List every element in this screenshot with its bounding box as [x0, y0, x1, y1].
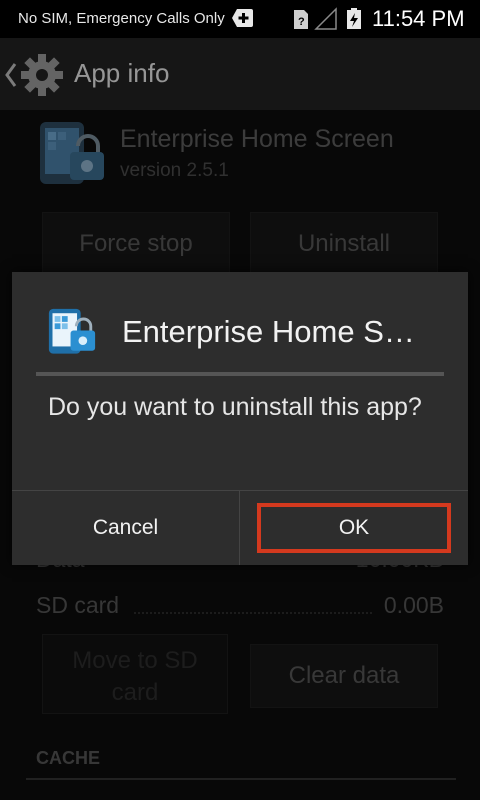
clock: 11:54 PM — [372, 6, 465, 31]
dialog-title: Enterprise Home S… — [122, 314, 415, 349]
dialog-message: Do you want to uninstall this app? — [48, 393, 422, 421]
plus-icon — [232, 9, 253, 27]
ok-button-highlight — [257, 503, 451, 553]
dialog-title-divider — [36, 372, 444, 376]
cancel-button[interactable]: Cancel — [12, 491, 240, 565]
enterprise-lock-app-icon — [48, 308, 96, 354]
carrier-status-text: No SIM, Emergency Calls Only — [18, 10, 225, 27]
signal-icon — [314, 7, 337, 30]
status-bar: No SIM, Emergency Calls Only ? 11:54 PM — [0, 0, 480, 38]
uninstall-dialog: Enterprise Home S… Do you want to uninst… — [12, 272, 468, 565]
system-status-icons: ? — [294, 7, 361, 30]
screen: No SIM, Emergency Calls Only ? 11:54 PM — [0, 0, 480, 800]
no-sim-icon: ? — [294, 10, 308, 29]
battery-charging-icon — [347, 8, 361, 29]
svg-text:?: ? — [298, 16, 305, 28]
dialog-button-bar: Cancel OK — [12, 490, 468, 565]
